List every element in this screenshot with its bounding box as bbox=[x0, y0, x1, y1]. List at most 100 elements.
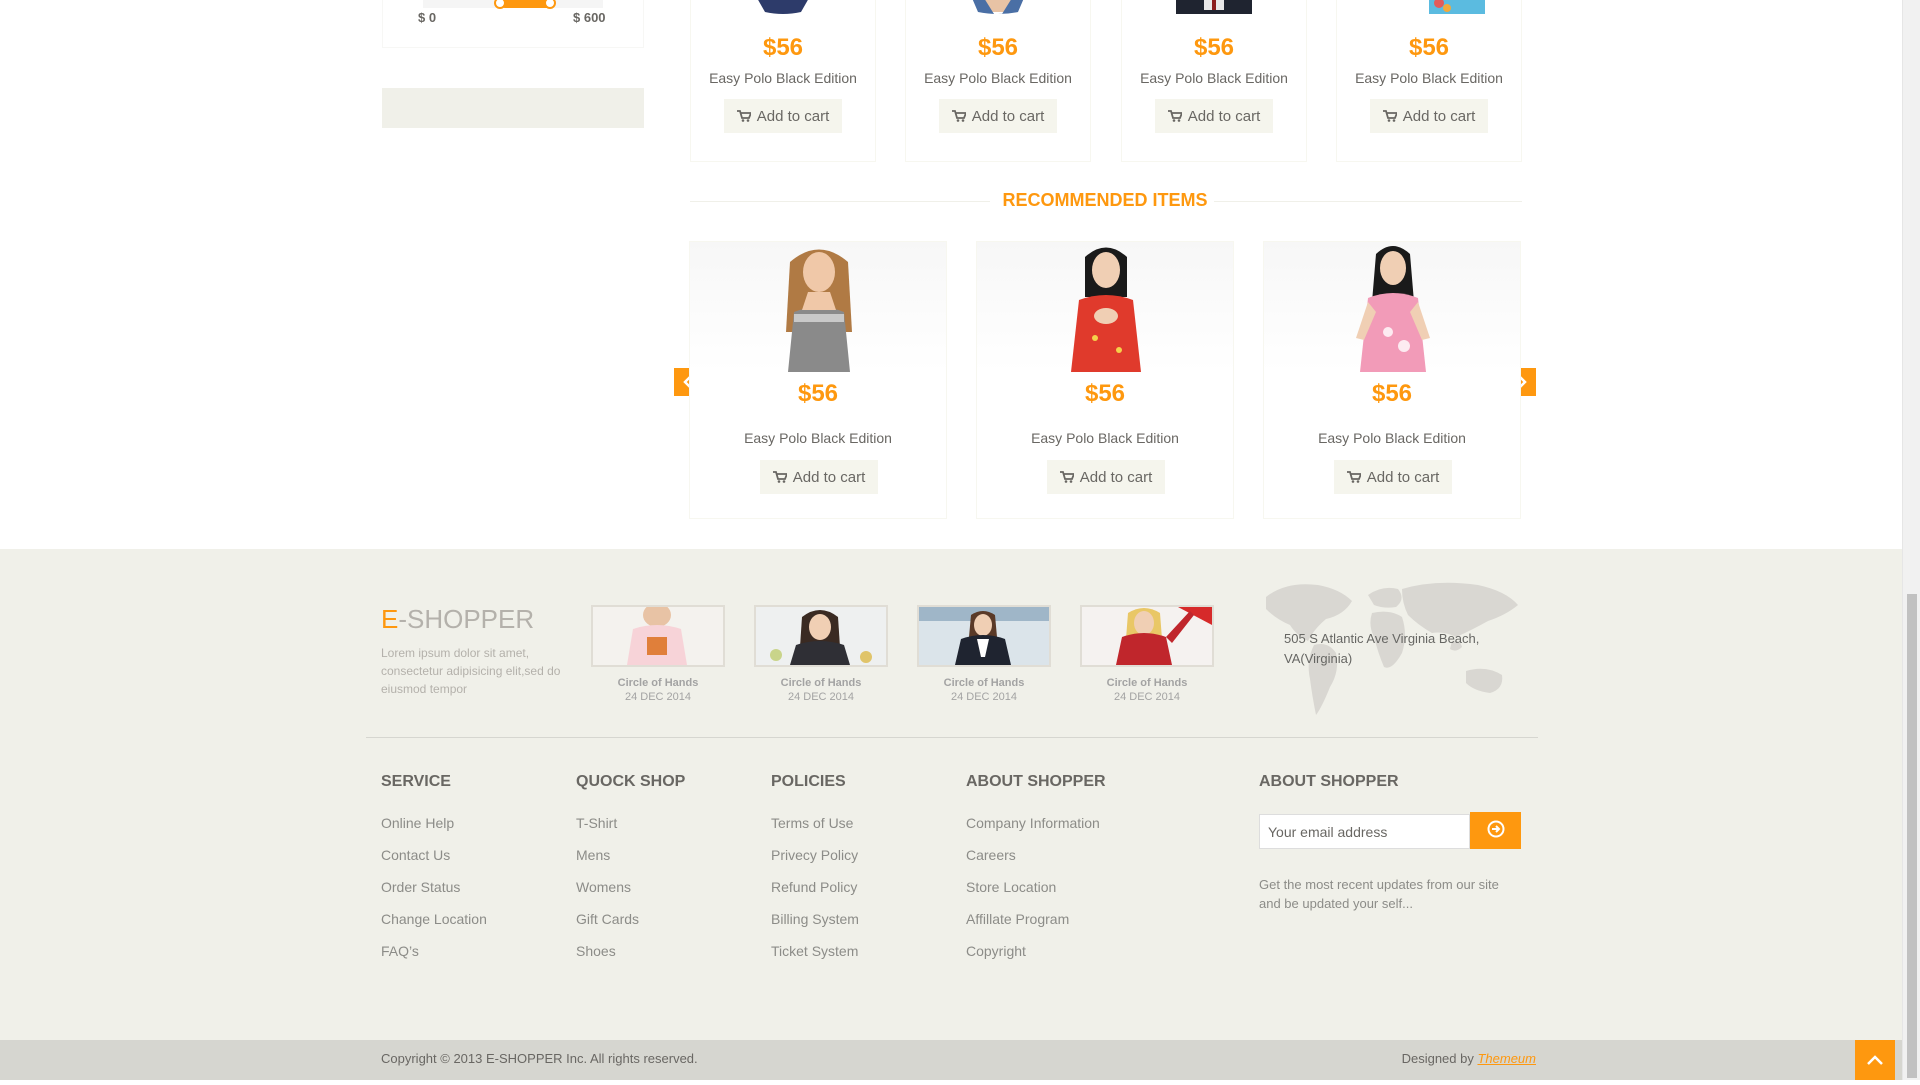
footer-link[interactable]: Order Status bbox=[381, 877, 487, 909]
footer-link[interactable]: Terms of Use bbox=[771, 813, 859, 845]
product-price: $56 bbox=[762, 34, 804, 61]
footer-video-item[interactable]: Circle of Hands 24 DEC 2014 bbox=[917, 605, 1051, 703]
footer-column-title: SERVICE bbox=[381, 773, 451, 790]
footer-video-item[interactable]: Circle of Hands 24 DEC 2014 bbox=[754, 605, 888, 703]
footer-column-policies: POLICIES Terms of Use Privecy Policy Ref… bbox=[771, 773, 859, 973]
product-price: $56 bbox=[1408, 34, 1450, 61]
add-to-cart-button[interactable]: Add to cart bbox=[1370, 99, 1488, 133]
footer-link[interactable]: T-Shirt bbox=[576, 813, 685, 845]
add-to-cart-label: Add to cart bbox=[1187, 108, 1261, 125]
product-image bbox=[1264, 242, 1520, 372]
product-card: $56 Easy Polo Black Edition Add to cart bbox=[1336, 0, 1522, 162]
shopping-cart-icon bbox=[1346, 471, 1361, 483]
video-date: 24 DEC 2014 bbox=[624, 691, 692, 703]
footer-column-newsletter: ABOUT SHOPPER bbox=[1259, 773, 1399, 813]
recommended-card: $56 Easy Polo Black Edition Add to cart bbox=[1263, 241, 1521, 519]
footer-column-about: ABOUT SHOPPER Company Information Career… bbox=[966, 773, 1106, 973]
video-title: Circle of Hands bbox=[780, 677, 862, 689]
video-thumbnail[interactable] bbox=[754, 605, 888, 667]
footer-link[interactable]: Mens bbox=[576, 845, 685, 877]
newsletter-email-input[interactable] bbox=[1259, 814, 1470, 849]
product-name: Easy Polo Black Edition bbox=[1355, 70, 1503, 86]
footer-link[interactable]: Store Location bbox=[966, 877, 1106, 909]
footer-video-item[interactable]: Circle of Hands 24 DEC 2014 bbox=[1080, 605, 1214, 703]
shopping-cart-icon bbox=[951, 110, 966, 122]
video-date: 24 DEC 2014 bbox=[950, 691, 1018, 703]
video-title: Circle of Hands bbox=[943, 677, 1025, 689]
page-scrollbar[interactable] bbox=[1902, 0, 1920, 1080]
footer-column-title: POLICIES bbox=[771, 773, 846, 790]
product-card: $56 Easy Polo Black Edition Add to cart bbox=[905, 0, 1091, 162]
video-date: 24 DEC 2014 bbox=[787, 691, 855, 703]
footer-link[interactable]: Gift Cards bbox=[576, 909, 685, 941]
product-name: Easy Polo Black Edition bbox=[1031, 430, 1179, 446]
video-thumbnail[interactable] bbox=[1080, 605, 1214, 667]
footer-column-service: SERVICE Online Help Contact Us Order Sta… bbox=[381, 773, 487, 973]
shopping-cart-icon bbox=[772, 471, 787, 483]
recommended-card: $56 Easy Polo Black Edition Add to cart bbox=[689, 241, 947, 519]
themeum-link[interactable]: Themeum bbox=[1477, 1051, 1536, 1066]
product-name: Easy Polo Black Edition bbox=[1318, 430, 1466, 446]
footer-link[interactable]: Copyright bbox=[966, 941, 1106, 973]
chevron-up-icon bbox=[1867, 1055, 1883, 1065]
scroll-to-top-button[interactable] bbox=[1855, 1040, 1895, 1080]
footer-link[interactable]: Company Information bbox=[966, 813, 1106, 845]
footer-link[interactable]: Online Help bbox=[381, 813, 487, 845]
footer-link[interactable]: Careers bbox=[966, 845, 1106, 877]
footer-link[interactable]: Ticket System bbox=[771, 941, 859, 973]
product-image bbox=[972, 0, 1024, 14]
product-price: $56 bbox=[1193, 34, 1235, 61]
product-image bbox=[758, 0, 808, 14]
video-thumbnail[interactable] bbox=[917, 605, 1051, 667]
footer-widget bbox=[0, 739, 1902, 1040]
add-to-cart-button[interactable]: Add to cart bbox=[760, 460, 878, 494]
shopping-cart-icon bbox=[736, 110, 751, 122]
add-to-cart-button[interactable]: Add to cart bbox=[939, 99, 1057, 133]
footer-column-title: ABOUT SHOPPER bbox=[1259, 773, 1399, 790]
brand-initial: E bbox=[381, 604, 399, 634]
product-price: $56 bbox=[1084, 380, 1126, 407]
footer-link[interactable]: FAQ’s bbox=[381, 941, 487, 973]
footer-link[interactable]: Affillate Program bbox=[966, 909, 1106, 941]
recommended-title: RECOMMENDED ITEMS bbox=[1002, 190, 1208, 210]
video-title: Circle of Hands bbox=[617, 677, 699, 689]
section-divider bbox=[690, 201, 990, 202]
footer-link[interactable]: Contact Us bbox=[381, 845, 487, 877]
add-to-cart-button[interactable]: Add to cart bbox=[1155, 99, 1273, 133]
add-to-cart-label: Add to cart bbox=[1079, 469, 1153, 486]
video-title: Circle of Hands bbox=[1106, 677, 1188, 689]
add-to-cart-button[interactable]: Add to cart bbox=[724, 99, 842, 133]
footer-link[interactable]: Change Location bbox=[381, 909, 487, 941]
product-image bbox=[1176, 0, 1252, 14]
brand-rest: -SHOPPER bbox=[398, 604, 535, 634]
recommended-card: $56 Easy Polo Black Edition Add to cart bbox=[976, 241, 1234, 519]
product-image bbox=[1429, 0, 1485, 14]
footer-video-item[interactable]: Circle of Hands 24 DEC 2014 bbox=[591, 605, 725, 703]
footer-brand-logo[interactable]: E-SHOPPER bbox=[381, 604, 534, 635]
newsletter-description: Get the most recent updates from our sit… bbox=[1259, 877, 1499, 911]
price-max-label: $ 600 bbox=[573, 10, 606, 25]
footer-divider bbox=[366, 737, 1538, 738]
scrollbar-thumb[interactable] bbox=[1907, 594, 1917, 1078]
product-image bbox=[690, 242, 946, 372]
footer-link[interactable]: Privecy Policy bbox=[771, 845, 859, 877]
product-price: $56 bbox=[797, 380, 839, 407]
price-range-filter: $ 0 $ 600 bbox=[382, 0, 644, 48]
product-name: Easy Polo Black Edition bbox=[744, 430, 892, 446]
add-to-cart-label: Add to cart bbox=[1402, 108, 1476, 125]
add-to-cart-button[interactable]: Add to cart bbox=[1334, 460, 1452, 494]
shopping-cart-icon bbox=[1167, 110, 1182, 122]
arrow-circle-right-icon bbox=[1487, 820, 1504, 838]
add-to-cart-button[interactable]: Add to cart bbox=[1047, 460, 1165, 494]
footer-column-title: QUOCK SHOP bbox=[576, 773, 686, 790]
footer-link[interactable]: Womens bbox=[576, 877, 685, 909]
footer-link[interactable]: Shoes bbox=[576, 941, 685, 973]
product-name: Easy Polo Black Edition bbox=[1140, 70, 1288, 86]
video-thumbnail[interactable] bbox=[591, 605, 725, 667]
add-to-cart-label: Add to cart bbox=[971, 108, 1045, 125]
product-name: Easy Polo Black Edition bbox=[924, 70, 1072, 86]
newsletter-submit-button[interactable] bbox=[1470, 812, 1521, 849]
footer-link[interactable]: Billing System bbox=[771, 909, 859, 941]
product-price: $56 bbox=[1371, 380, 1413, 407]
footer-link[interactable]: Refund Policy bbox=[771, 877, 859, 909]
